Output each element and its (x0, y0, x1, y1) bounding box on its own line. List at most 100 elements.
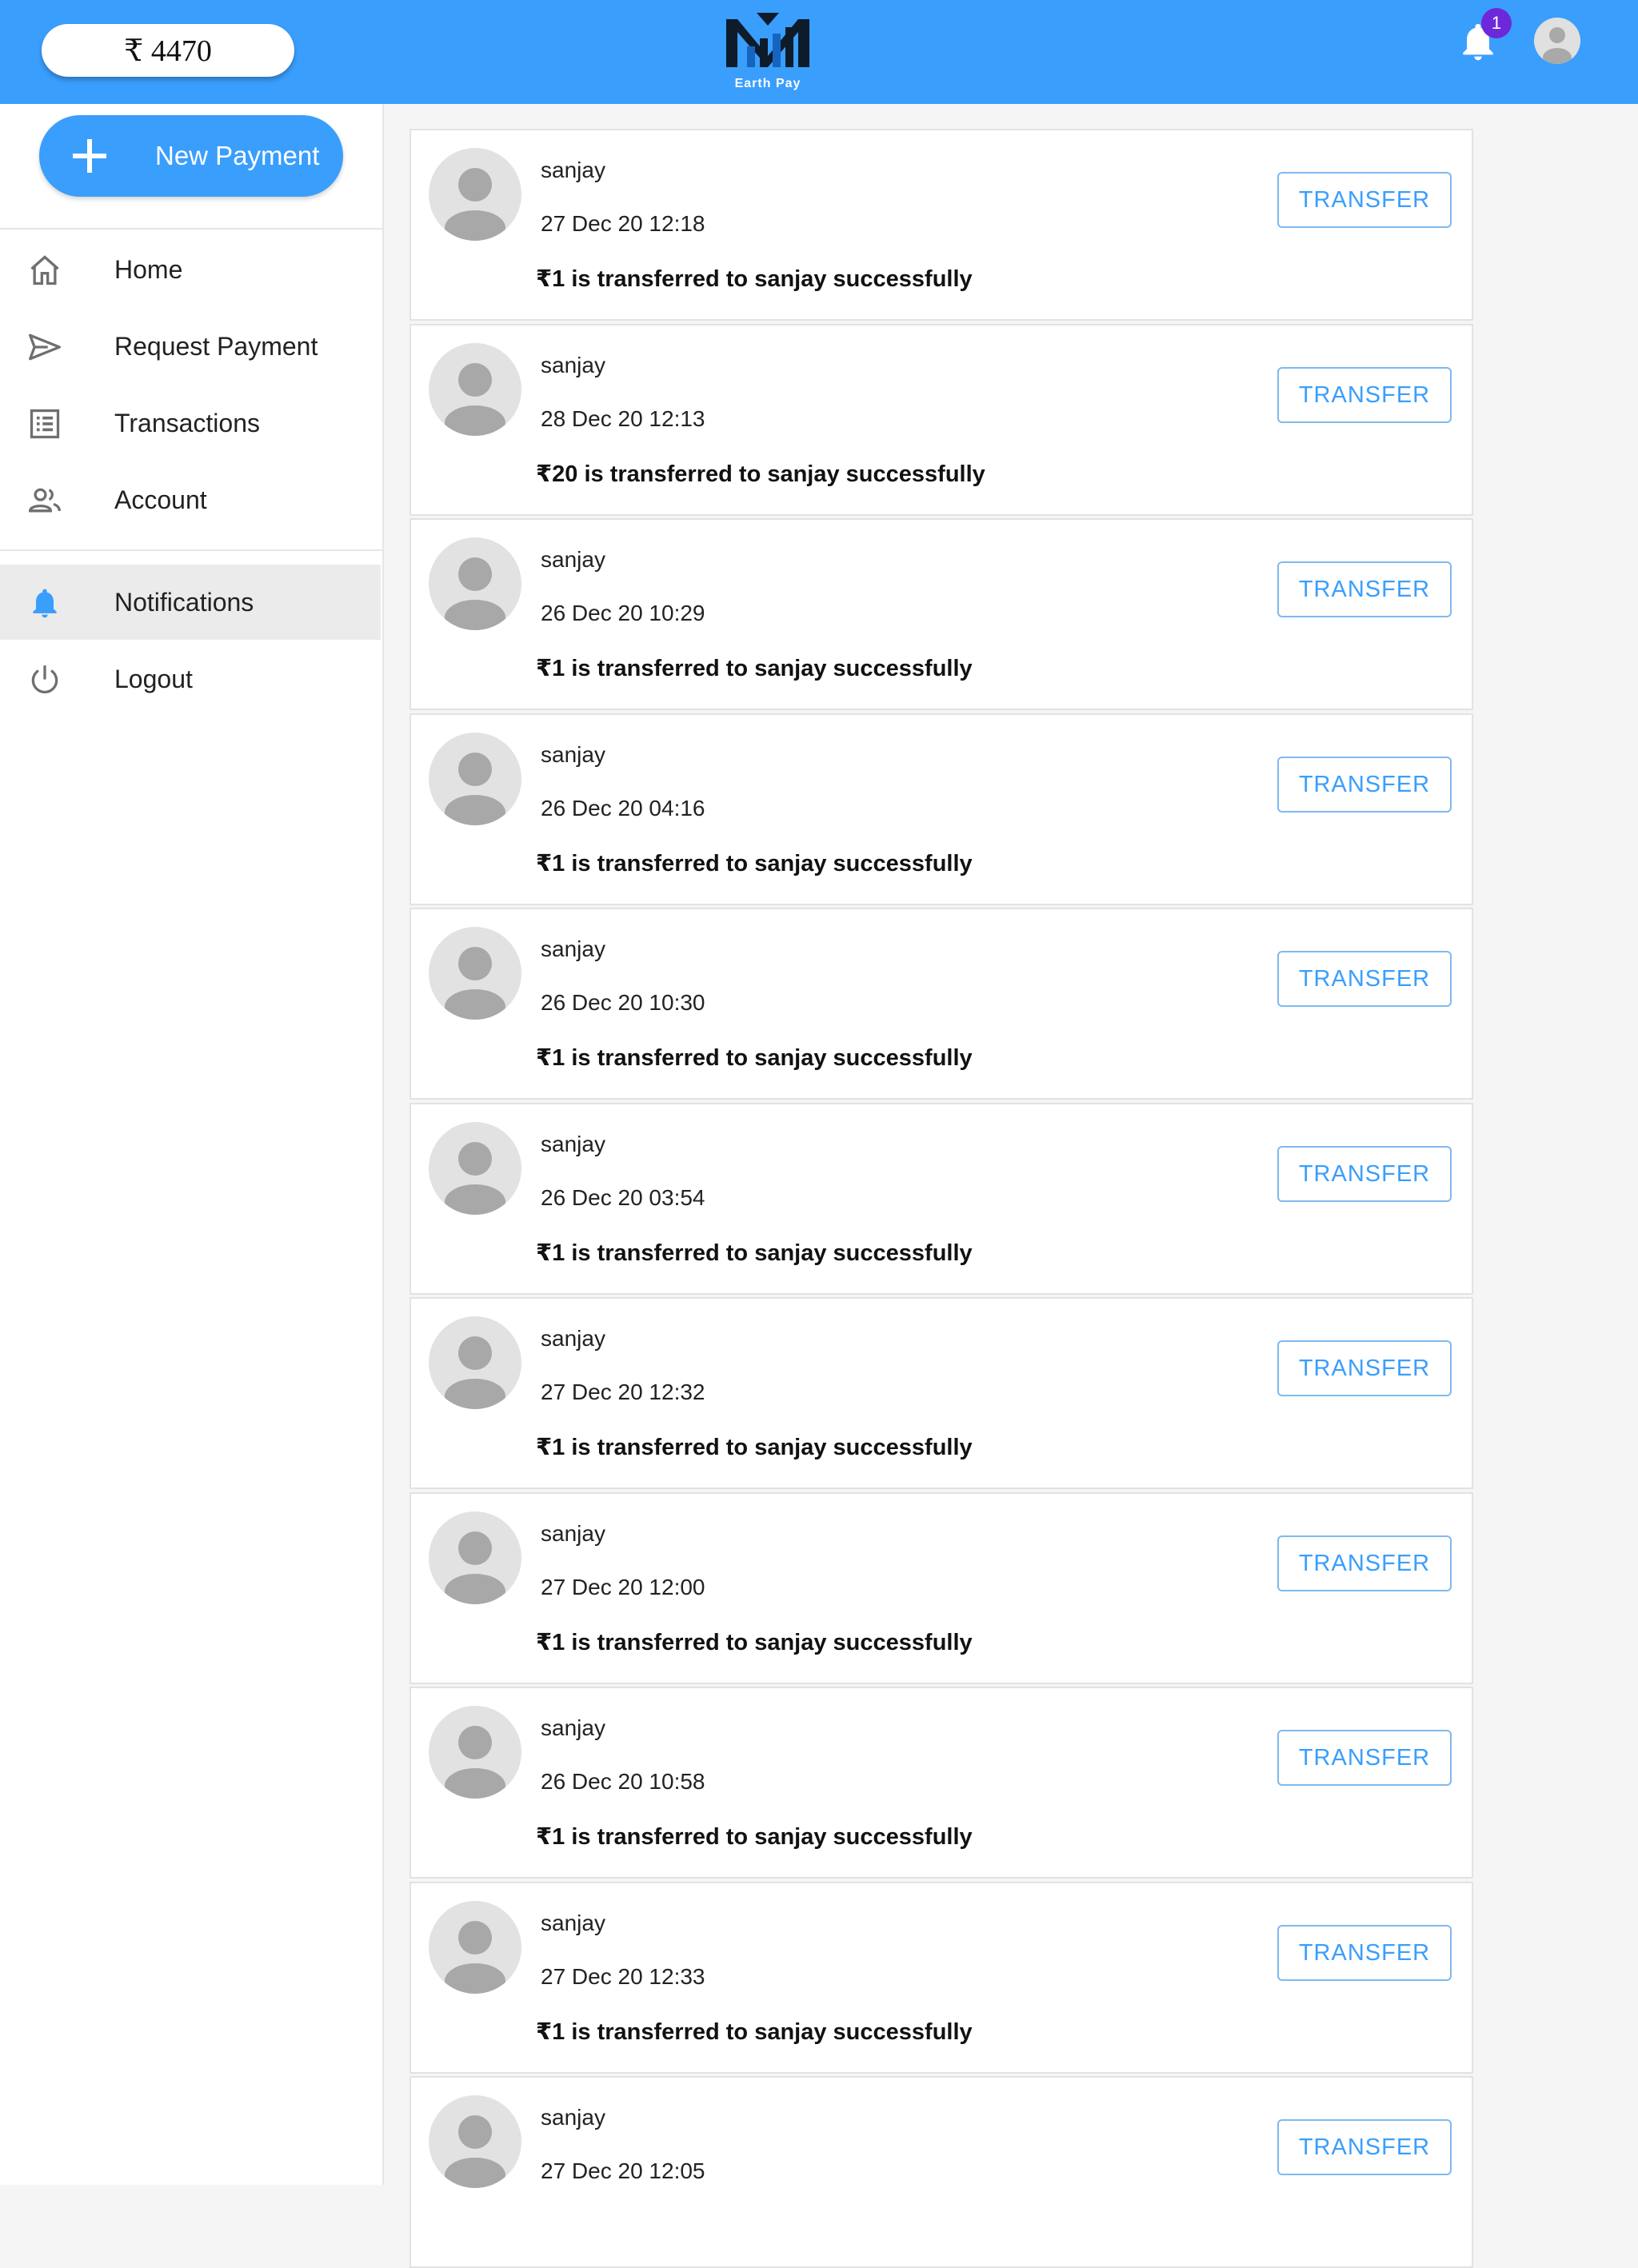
sender-name: sanjay (541, 158, 605, 182)
person-icon (445, 753, 505, 825)
sidebar-item-label: Request Payment (114, 332, 318, 361)
sidebar-item-label: Logout (114, 665, 193, 693)
notification-card: sanjay 26 Dec 20 10:30 ₹1 is transferred t… (410, 908, 1473, 1100)
sender-avatar (429, 927, 521, 1020)
power-icon (31, 665, 58, 694)
notification-card: sanjay 27 Dec 20 12:00 ₹1 is transferred t… (410, 1492, 1473, 1684)
sender-avatar (429, 1706, 521, 1799)
transfer-button[interactable]: TRANSFER (1277, 1925, 1452, 1981)
sender-avatar (429, 1511, 521, 1604)
transfer-button[interactable]: TRANSFER (1277, 561, 1452, 617)
person-icon (445, 1921, 505, 1994)
sidebar-item-home[interactable]: Home (0, 232, 381, 307)
sender-name: sanjay (541, 1911, 605, 1935)
transfer-button[interactable]: TRANSFER (1277, 367, 1452, 423)
person-icon (445, 947, 505, 1020)
person-icon (445, 557, 505, 630)
transfer-button[interactable]: TRANSFER (1277, 2119, 1452, 2175)
sidebar-divider (0, 549, 382, 551)
person-icon (445, 1726, 505, 1799)
transfer-button[interactable]: TRANSFER (1277, 172, 1452, 228)
sender-name: sanjay (541, 547, 605, 572)
notification-date: 26 Dec 20 10:30 (541, 990, 705, 1015)
sidebar-item-logout[interactable]: Logout (0, 641, 381, 717)
notification-message: ₹1 is transferred to sanjay successfully (536, 2019, 973, 2045)
sidebar-item-account[interactable]: Account (0, 462, 381, 537)
home-icon (30, 255, 59, 285)
notification-card: sanjay 27 Dec 20 12:33 ₹1 is transferred t… (410, 1882, 1473, 2074)
sender-avatar (429, 343, 521, 436)
person-icon (445, 1336, 505, 1409)
new-payment-label: New Payment (155, 141, 320, 170)
sidebar-item-notifications[interactable]: Notifications (0, 565, 381, 640)
wallet-balance: ₹ 4470 (42, 24, 294, 77)
notification-count-badge: 1 (1481, 8, 1512, 38)
notification-message: ₹1 is transferred to sanjay successfully (536, 1435, 973, 1460)
notification-date: 26 Dec 20 10:29 (541, 601, 705, 625)
person-icon (445, 363, 505, 436)
transfer-button[interactable]: TRANSFER (1277, 1340, 1452, 1396)
notification-message: ₹1 is transferred to sanjay successfully (536, 266, 973, 292)
sender-name: sanjay (541, 936, 605, 961)
sender-avatar (429, 537, 521, 630)
sender-avatar (429, 1901, 521, 1994)
notification-date: 27 Dec 20 12:32 (541, 1380, 705, 1404)
notification-card: sanjay 26 Dec 20 03:54 ₹1 is transferred t… (410, 1103, 1473, 1295)
user-avatar-icon (1543, 27, 1572, 64)
notification-card: sanjay 27 Dec 20 12:32 ₹1 is transferred t… (410, 1297, 1473, 1489)
notification-date: 26 Dec 20 10:58 (541, 1769, 705, 1794)
notification-date: 27 Dec 20 12:18 (541, 211, 705, 236)
sender-avatar (429, 148, 521, 241)
sidebar-item-label: Notifications (114, 588, 254, 617)
notification-message: ₹20 is transferred to sanjay successfull… (536, 461, 985, 487)
transfer-button[interactable]: TRANSFER (1277, 1730, 1452, 1786)
notification-date: 26 Dec 20 03:54 (541, 1185, 705, 1210)
notification-card: sanjay 26 Dec 20 10:29 ₹1 is transferred t… (410, 518, 1473, 710)
sender-avatar (429, 1122, 521, 1215)
notification-date: 26 Dec 20 04:16 (541, 796, 705, 821)
sender-name: sanjay (541, 1521, 605, 1546)
notification-message: ₹1 is transferred to sanjay successfully (536, 1824, 973, 1850)
sender-avatar (429, 2095, 521, 2188)
sender-avatar (429, 733, 521, 825)
sidebar-item-label: Transactions (114, 409, 260, 437)
transfer-button[interactable]: TRANSFER (1277, 951, 1452, 1007)
person-icon (445, 168, 505, 241)
sidebar-item-transactions[interactable]: Transactions (0, 385, 381, 461)
notification-date: 28 Dec 20 12:13 (541, 406, 705, 431)
app-header: ₹ 4470 Earth Pay 1 (0, 0, 1638, 104)
notification-message: ₹1 is transferred to sanjay successfully (536, 656, 973, 681)
notification-card: sanjay 27 Dec 20 12:05 TRANSFER (410, 2076, 1473, 2268)
notification-message: ₹1 is transferred to sanjay successfully (536, 1240, 973, 1266)
notification-message: ₹1 is transferred to sanjay successfully (536, 1045, 973, 1071)
sidebar-item-label: Home (114, 255, 183, 284)
notification-card: sanjay 26 Dec 20 10:58 ₹1 is transferred t… (410, 1687, 1473, 1879)
notification-date: 27 Dec 20 12:00 (541, 1575, 705, 1599)
plus-icon (73, 139, 106, 173)
sender-name: sanjay (541, 1132, 605, 1156)
transfer-button[interactable]: TRANSFER (1277, 1146, 1452, 1202)
sidebar-item-request-payment[interactable]: Request Payment (0, 309, 381, 384)
notification-message: ₹1 is transferred to sanjay successfully (536, 851, 973, 876)
notification-card: sanjay 28 Dec 20 12:13 ₹20 is transferred … (410, 324, 1473, 516)
sender-name: sanjay (541, 1326, 605, 1351)
sender-name: sanjay (541, 353, 605, 377)
people-icon (29, 488, 61, 513)
sidebar-divider (0, 228, 382, 230)
notification-date: 27 Dec 20 12:33 (541, 1964, 705, 1989)
sidebar: New Payment Home Request Payment Transac… (0, 104, 384, 2185)
logo-text: Earth Pay (734, 77, 801, 90)
notification-date: 27 Dec 20 12:05 (541, 2158, 705, 2183)
sidebar-item-label: Account (114, 485, 207, 514)
list-icon (30, 409, 60, 439)
person-icon (445, 1531, 505, 1604)
new-payment-button[interactable]: New Payment (39, 115, 343, 197)
transfer-button[interactable]: TRANSFER (1277, 1535, 1452, 1591)
sender-name: sanjay (541, 1715, 605, 1740)
person-icon (445, 1142, 505, 1215)
notification-message: ₹1 is transferred to sanjay successfully (536, 1630, 973, 1655)
sender-avatar (429, 1316, 521, 1409)
bell-icon (33, 589, 57, 618)
user-avatar-button[interactable] (1534, 18, 1580, 64)
transfer-button[interactable]: TRANSFER (1277, 757, 1452, 813)
